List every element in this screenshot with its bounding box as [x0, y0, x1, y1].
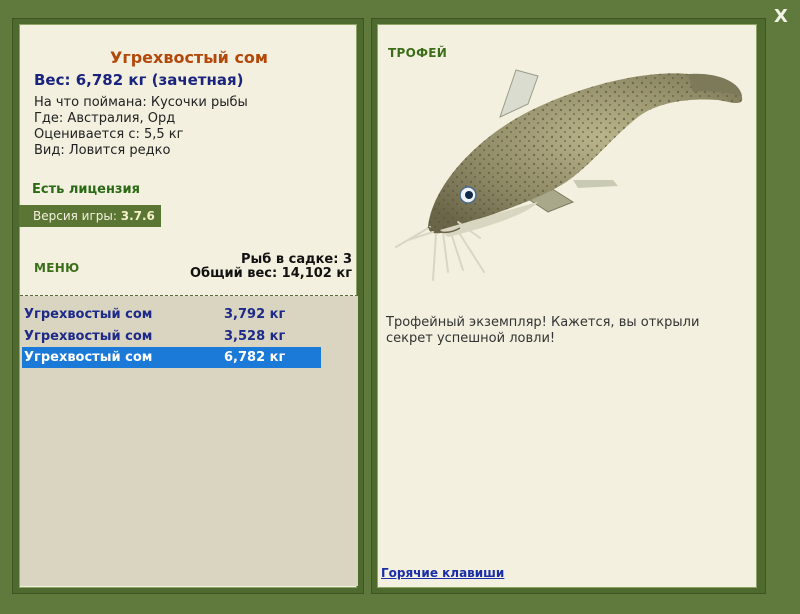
- bait-info: На что поймана: Кусочки рыбы: [34, 95, 248, 110]
- keepnet-row-weight: 3,792 кг: [224, 307, 286, 322]
- keepnet-row-weight: 6,782 кг: [224, 350, 286, 365]
- keepnet-count: Рыб в садке: 3: [240, 252, 352, 267]
- game-version: Версия игры: 3.7.6: [19, 205, 161, 227]
- version-label: Версия игры:: [33, 209, 117, 223]
- keepnet-row-name: Угрехвостый сом: [24, 329, 153, 344]
- keepnet-row[interactable]: Угрехвостый сом 3,528 кг: [22, 326, 321, 346]
- trophy-badge: ТРОФЕЙ: [388, 46, 448, 60]
- keepnet-row-name: Угрехвостый сом: [24, 307, 153, 322]
- keepnet-list: Угрехвостый сом 3,792 кг Угрехвостый сом…: [20, 296, 358, 586]
- keepnet-row-weight: 3,528 кг: [224, 329, 286, 344]
- valued-from-info: Оценивается с: 5,5 кг: [34, 127, 184, 142]
- keepnet-row-name: Угрехвостый сом: [24, 350, 153, 365]
- keepnet-row-selected[interactable]: Угрехвостый сом 6,782 кг: [22, 347, 321, 368]
- menu-button[interactable]: МЕНЮ: [34, 261, 79, 275]
- version-value: 3.7.6: [120, 209, 155, 223]
- keepnet-row[interactable]: Угрехвостый сом 3,792 кг: [22, 304, 321, 324]
- trophy-description: Трофейный экземпляр! Кажется, вы открыли…: [386, 315, 700, 346]
- species-info: Вид: Ловится редко: [34, 143, 171, 158]
- hotkeys-link[interactable]: Горячие клавиши: [381, 566, 504, 580]
- close-button[interactable]: X: [768, 6, 794, 28]
- keepnet-total-weight: Общий вес: 14,102 кг: [189, 266, 352, 281]
- fish-name-title: Угрехвостый сом: [110, 48, 268, 67]
- license-status: Есть лицензия: [32, 182, 140, 197]
- location-info: Где: Австралия, Орд: [34, 111, 176, 126]
- fish-weight: Вес: 6,782 кг (зачетная): [34, 71, 244, 89]
- catfish-image: [395, 69, 743, 281]
